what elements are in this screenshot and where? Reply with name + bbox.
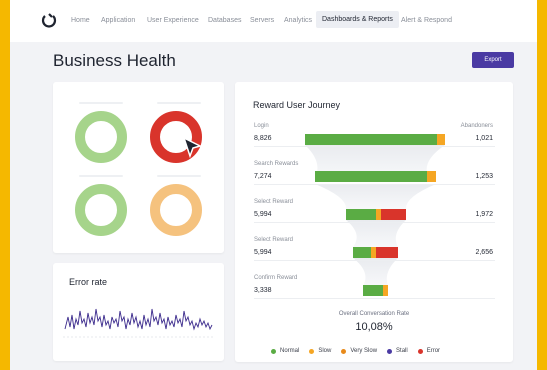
step-label: Login: [254, 123, 269, 129]
app-frame: Home Application User Experience Databas…: [10, 0, 537, 370]
divider: [254, 184, 495, 185]
health-rings-card: [53, 82, 224, 253]
error-rate-sparkline: [63, 308, 215, 338]
legend-item-normal[interactable]: Normal: [271, 348, 299, 354]
legend: Normal Slow Very Slow Stall Error: [271, 348, 450, 354]
page-title: Business Health: [53, 51, 176, 70]
step-value: 5,994: [254, 211, 272, 218]
legend-label: Normal: [280, 348, 300, 354]
legend-item-slow[interactable]: Slow: [309, 348, 331, 354]
funnel-bar[interactable]: [315, 171, 436, 182]
error-dot-icon: [417, 348, 423, 354]
very-slow-dot-icon: [341, 348, 347, 354]
funnel-bar[interactable]: [363, 285, 388, 296]
nav-item-application[interactable]: Application: [101, 17, 135, 24]
divider: [254, 222, 495, 223]
top-nav: Home Application User Experience Databas…: [10, 0, 537, 42]
divider: [254, 298, 495, 299]
health-ring[interactable]: [75, 184, 127, 236]
health-ring[interactable]: [75, 111, 127, 163]
divider: [254, 260, 495, 261]
reward-journey-card: Reward User Journey Abandoners Login 8,8…: [235, 82, 513, 362]
ring-label-placeholder: [79, 102, 123, 104]
step-value: 7,274: [254, 173, 272, 180]
slow-dot-icon: [309, 348, 315, 354]
step-label: Confirm Reward: [254, 275, 298, 281]
legend-item-stall[interactable]: Stall: [387, 348, 408, 354]
normal-dot-icon: [271, 348, 276, 354]
funnel-bar[interactable]: [353, 247, 398, 258]
step-label: Select Reward: [254, 237, 294, 243]
nav-item-servers[interactable]: Servers: [250, 17, 274, 24]
abandoners-value: 1,253: [475, 173, 493, 180]
nav-item-user-experience[interactable]: User Experience: [147, 17, 199, 24]
abandoners-value: 1,021: [475, 135, 493, 142]
legend-item-very-slow[interactable]: Very Slow: [341, 348, 377, 354]
error-rate-title: Error rate: [69, 277, 108, 287]
step-value: 3,338: [254, 287, 272, 294]
conversion-value: 10,08%: [355, 321, 393, 333]
export-button[interactable]: Export: [472, 52, 514, 68]
error-rate-card: Error rate: [53, 263, 224, 361]
legend-label: Stall: [396, 348, 408, 354]
nav-item-dashboards-reports[interactable]: Dashboards & Reports: [316, 11, 399, 28]
nav-item-databases[interactable]: Databases: [208, 17, 241, 24]
nav-item-analytics[interactable]: Analytics: [284, 17, 312, 24]
health-ring-slow[interactable]: [150, 184, 202, 236]
abandoners-value: 1,972: [475, 211, 493, 218]
divider: [254, 146, 495, 147]
nav-item-home[interactable]: Home: [71, 17, 90, 24]
step-label: Select Reward: [254, 199, 294, 205]
legend-item-error[interactable]: Error: [417, 348, 441, 354]
funnel-bar[interactable]: [346, 209, 406, 220]
abandoners-header: Abandoners: [460, 123, 493, 129]
step-value: 5,994: [254, 249, 272, 256]
abandoners-value: 2,656: [475, 249, 493, 256]
legend-label: Very Slow: [350, 348, 378, 354]
legend-label: Slow: [318, 348, 332, 354]
ring-label-placeholder: [157, 175, 201, 177]
app-logo-icon[interactable]: [40, 12, 58, 30]
ring-label-placeholder: [157, 102, 201, 104]
funnel-bar[interactable]: [305, 134, 445, 145]
step-value: 8,826: [254, 135, 272, 142]
ring-label-placeholder: [79, 175, 123, 177]
conversion-label: Overall Conversation Rate: [338, 311, 410, 317]
step-label: Search Rewards: [254, 161, 299, 167]
mouse-cursor-icon: [182, 136, 202, 158]
nav-item-alert-respond[interactable]: Alert & Respond: [401, 17, 452, 24]
legend-label: Error: [426, 348, 441, 354]
stall-dot-icon: [387, 348, 393, 354]
